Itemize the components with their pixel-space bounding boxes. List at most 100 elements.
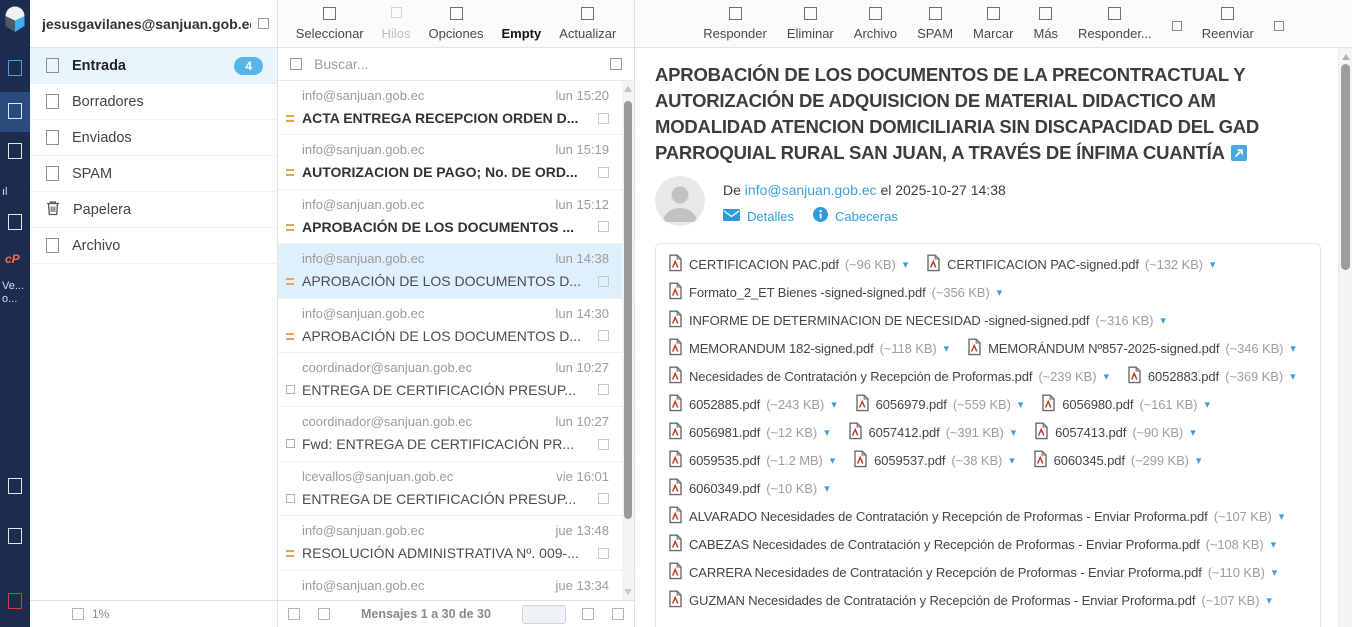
rail-icon-4[interactable] <box>8 478 22 494</box>
attachment-dropdown-icon[interactable]: ▾ <box>1190 426 1195 439</box>
details-link[interactable]: Detalles <box>747 209 794 224</box>
toolbar-button-archivo[interactable]: Archivo <box>854 7 897 41</box>
attachment-item[interactable]: CERTIFICACION PAC.pdf (~96 KB) ▾ <box>668 255 908 274</box>
toolbar-button-responder[interactable]: Responder... <box>1078 7 1152 41</box>
message-row[interactable]: info@sanjuan.gob.ec lun 14:30 APROBACIÓN… <box>278 299 635 353</box>
toolbar-button-responder[interactable]: Responder <box>703 7 767 41</box>
next-page-icon[interactable] <box>612 608 624 620</box>
attachment-dropdown-icon[interactable]: ▾ <box>1272 566 1277 579</box>
rail-icon-3[interactable] <box>8 214 22 230</box>
search-icon[interactable] <box>290 58 302 70</box>
toolbar-button-m-s[interactable]: Más <box>1033 7 1058 41</box>
folder-item-papelera[interactable]: Papelera <box>30 192 277 228</box>
folder-item-archivo[interactable]: Archivo <box>30 228 277 264</box>
message-row[interactable]: coordinador@sanjuan.gob.ec lun 10:27 Fwd… <box>278 407 635 461</box>
attachment-dropdown-icon[interactable]: ▾ <box>1160 314 1165 327</box>
message-row[interactable]: info@sanjuan.gob.ec jue 13:34 <box>278 571 635 600</box>
attachment-item[interactable]: 6059535.pdf (~1.2 MB) ▾ <box>668 451 835 470</box>
scrollbar-thumb[interactable] <box>624 101 632 519</box>
message-row[interactable]: info@sanjuan.gob.ec lun 15:20 ACTA ENTRE… <box>278 81 635 135</box>
select-all-icon[interactable] <box>288 608 300 620</box>
folder-item-entrada[interactable]: Entrada 4 <box>30 48 277 84</box>
attachment-item[interactable]: CERTIFICACION PAC-signed.pdf (~132 KB) ▾ <box>926 255 1215 274</box>
rail-icon-1[interactable] <box>8 60 22 76</box>
sender-email-link[interactable]: info@sanjuan.gob.ec <box>745 182 877 198</box>
message-checkbox[interactable] <box>598 493 609 504</box>
folder-item-spam[interactable]: SPAM <box>30 156 277 192</box>
attachment-dropdown-icon[interactable]: ▾ <box>824 482 829 495</box>
message-checkbox[interactable] <box>598 276 609 287</box>
attachment-dropdown-icon[interactable]: ▾ <box>824 426 829 439</box>
toolbar-button-hilos[interactable]: Hilos <box>382 7 411 41</box>
toolbar-button-opciones[interactable]: Opciones <box>429 7 484 41</box>
message-checkbox[interactable] <box>598 113 609 124</box>
toolbar-button-reenviar[interactable]: Reenviar <box>1202 7 1254 41</box>
attachment-dropdown-icon[interactable]: ▾ <box>997 286 1002 299</box>
attachment-item[interactable]: 6056980.pdf (~161 KB) ▾ <box>1041 395 1210 414</box>
attachment-item[interactable]: 6052885.pdf (~243 KB) ▾ <box>668 395 837 414</box>
attachment-item[interactable]: 6060349.pdf (~10 KB) ▾ <box>668 479 830 498</box>
message-checkbox[interactable] <box>598 439 609 450</box>
attachment-item[interactable]: Necesidades de Contratación y Recepción … <box>668 367 1109 386</box>
attachment-dropdown-icon[interactable]: ▾ <box>1290 342 1295 355</box>
attachment-dropdown-icon[interactable]: ▾ <box>1204 398 1209 411</box>
search-bar[interactable]: Buscar... <box>278 48 634 81</box>
folder-item-borradores[interactable]: Borradores <box>30 84 277 120</box>
rail-icon-logout[interactable] <box>8 593 22 609</box>
scroll-up-icon[interactable] <box>624 86 632 92</box>
scroll-down-icon[interactable] <box>624 589 632 595</box>
message-row[interactable]: lcevallos@sanjuan.gob.ec vie 16:01 ENTRE… <box>278 462 635 516</box>
attachment-dropdown-icon[interactable]: ▾ <box>1009 454 1014 467</box>
message-row[interactable]: info@sanjuan.gob.ec jue 13:48 RESOLUCIÓN… <box>278 516 635 570</box>
attachment-item[interactable]: ALVARADO Necesidades de Contratación y R… <box>668 507 1284 526</box>
attachment-dropdown-icon[interactable]: ▾ <box>1011 426 1016 439</box>
message-checkbox[interactable] <box>598 548 609 559</box>
message-row[interactable]: coordinador@sanjuan.gob.ec lun 10:27 ENT… <box>278 353 635 407</box>
message-checkbox[interactable] <box>598 330 609 341</box>
attachment-dropdown-icon[interactable]: ▾ <box>1196 454 1201 467</box>
attachment-item[interactable]: MEMORANDUM 182-signed.pdf (~118 KB) ▾ <box>668 339 949 358</box>
attachment-item[interactable]: MEMORÁNDUM Nº857-2025-signed.pdf (~346 K… <box>967 339 1296 358</box>
attachment-dropdown-icon[interactable]: ▾ <box>831 398 836 411</box>
toolbar-button-spam[interactable]: SPAM <box>917 7 953 41</box>
account-dropdown-icon[interactable] <box>258 18 269 29</box>
dropdown-icon[interactable] <box>1172 21 1182 31</box>
attachment-item[interactable]: CABEZAS Necesidades de Contratación y Re… <box>668 535 1276 554</box>
page-input[interactable] <box>522 605 566 624</box>
rail-icon-mail[interactable] <box>8 103 22 119</box>
toolbar-button-eliminar[interactable]: Eliminar <box>787 7 834 41</box>
headers-link[interactable]: Cabeceras <box>835 209 898 224</box>
attachment-dropdown-icon[interactable]: ▾ <box>1290 370 1295 383</box>
attachment-item[interactable]: 6056981.pdf (~12 KB) ▾ <box>668 423 830 442</box>
attachment-dropdown-icon[interactable]: ▾ <box>944 342 949 355</box>
message-row[interactable]: info@sanjuan.gob.ec lun 15:12 APROBACIÓN… <box>278 190 635 244</box>
attachment-dropdown-icon[interactable]: ▾ <box>1210 258 1215 271</box>
attachment-item[interactable]: 6056979.pdf (~559 KB) ▾ <box>855 395 1024 414</box>
message-checkbox[interactable] <box>598 167 609 178</box>
reader-scrollbar[interactable] <box>1338 48 1352 627</box>
attachment-dropdown-icon[interactable]: ▾ <box>1279 510 1284 523</box>
message-row[interactable]: info@sanjuan.gob.ec lun 14:38 APROBACIÓN… <box>278 244 635 298</box>
scrollbar-thumb[interactable] <box>1341 64 1350 270</box>
attachment-item[interactable]: INFORME DE DETERMINACION DE NECESIDAD -s… <box>668 311 1166 330</box>
message-checkbox[interactable] <box>598 221 609 232</box>
attachment-dropdown-icon[interactable]: ▾ <box>903 258 908 271</box>
prev-page-icon[interactable] <box>582 608 594 620</box>
attachment-item[interactable]: Formato_2_ET Bienes -signed-signed.pdf (… <box>668 283 1002 302</box>
list-mode-icon[interactable] <box>318 608 330 620</box>
search-options-icon[interactable] <box>610 58 622 70</box>
account-header[interactable]: jesusgavilanes@sanjuan.gob.ec <box>30 0 277 48</box>
attachment-dropdown-icon[interactable]: ▾ <box>1266 594 1271 607</box>
attachment-item[interactable]: 6052883.pdf (~369 KB) ▾ <box>1127 367 1296 386</box>
attachment-item[interactable]: 6059537.pdf (~38 KB) ▾ <box>853 451 1015 470</box>
search-input[interactable]: Buscar... <box>314 56 598 72</box>
toolbar-button-seleccionar[interactable]: Seleccionar <box>296 7 364 41</box>
attachment-item[interactable]: 6057412.pdf (~391 KB) ▾ <box>848 423 1017 442</box>
toolbar-button-empty[interactable]: Empty <box>501 26 541 41</box>
rail-icon-2[interactable] <box>8 143 22 159</box>
message-checkbox[interactable] <box>598 384 609 395</box>
attachment-item[interactable]: CARRERA Necesidades de Contratación y Re… <box>668 563 1277 582</box>
message-row[interactable]: info@sanjuan.gob.ec lun 15:19 AUTORIZACI… <box>278 135 635 189</box>
toolbar-button-marcar[interactable]: Marcar <box>973 7 1013 41</box>
attachment-item[interactable]: 6057413.pdf (~90 KB) ▾ <box>1034 423 1196 442</box>
